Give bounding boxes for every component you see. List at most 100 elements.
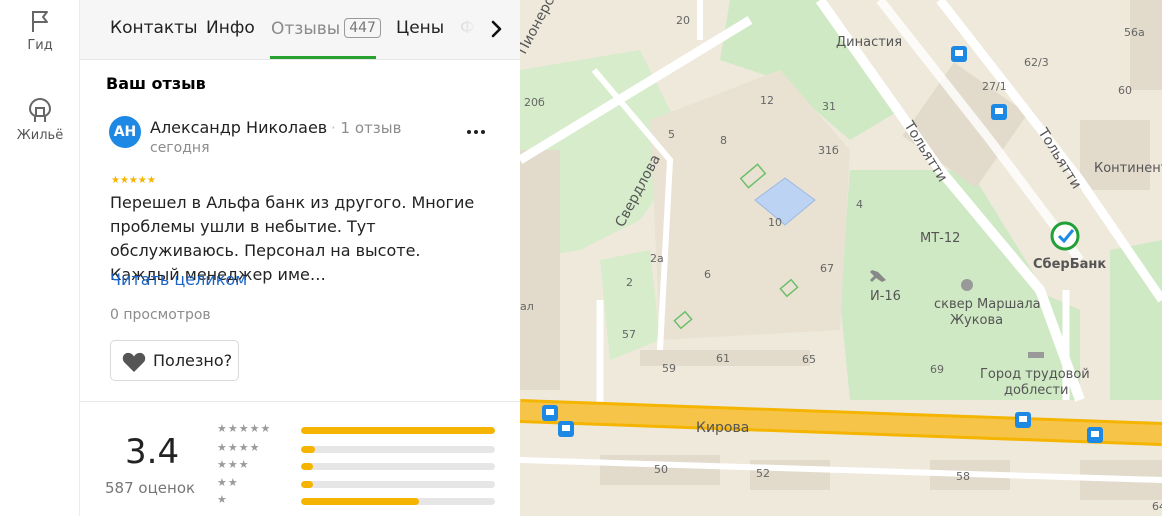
place-label: СберБанк [1033, 257, 1106, 272]
more-options-button[interactable] [464, 122, 488, 142]
tab-info[interactable]: Инфо [206, 18, 255, 38]
map[interactable]: Пионерский Свердлова Тольятти Тольятти К… [520, 0, 1162, 516]
average-rating: 3.4 [125, 432, 180, 472]
place-label: доблести [1004, 383, 1068, 398]
house-number-label: 27/1 [982, 80, 1007, 93]
section-title: Ваш отзыв [106, 74, 206, 93]
tab-contacts[interactable]: Контакты [110, 18, 198, 38]
place-label: И-16 [870, 289, 901, 304]
distribution-bar-fill [301, 481, 313, 488]
more-dots-icon [467, 130, 485, 134]
distribution-bar [301, 446, 495, 453]
house-number-label: ал [520, 300, 534, 313]
tabs-next-button[interactable] [482, 14, 512, 44]
sberbank-logo-icon [1050, 221, 1080, 251]
place-label: Город трудовой [980, 367, 1090, 382]
bus-stop-icon [558, 421, 574, 437]
house-number-label: 56a [1124, 26, 1145, 39]
building [1080, 120, 1150, 190]
bus-stop-icon [991, 104, 1007, 120]
house-number-label: 2 [626, 276, 633, 289]
place-label: Династия [836, 35, 902, 50]
rail-item-guide[interactable]: Гид [0, 8, 80, 53]
bus-stop-icon [542, 405, 558, 421]
read-more-link[interactable]: Читать целиком [110, 270, 247, 289]
landmark-icon [961, 279, 973, 291]
bus-stop-icon [1015, 412, 1031, 428]
house-number-label: 62/3 [1024, 56, 1049, 69]
house-number-label: 31 [822, 100, 836, 113]
heart-icon [122, 352, 146, 372]
house-number-label: 12 [760, 94, 774, 107]
house-number-label: 69 [930, 363, 944, 376]
distribution-stars: ★★★★★ [217, 422, 272, 435]
distribution-bar [301, 481, 495, 488]
distribution-bar [301, 427, 495, 434]
house-number-label: 8 [720, 134, 727, 147]
house-number-label: 6 [704, 268, 711, 281]
chevron-right-icon [491, 20, 502, 38]
place-label: МТ-12 [920, 231, 960, 246]
house-number-label: 65 [802, 353, 816, 366]
divider [80, 401, 520, 402]
useful-label: Полезно? [153, 351, 233, 370]
useful-button[interactable]: Полезно? [110, 340, 239, 381]
place-label: сквер Маршала [934, 297, 1041, 312]
distribution-stars: ★★★ [217, 458, 250, 471]
rail-item-guide-label: Гид [27, 38, 53, 53]
bus-stop-icon [951, 46, 967, 62]
house-number-label: 10 [768, 216, 782, 229]
distribution-bar-fill [301, 463, 313, 470]
distribution-stars: ★★★★ [217, 441, 261, 454]
rail-item-housing[interactable]: Жильё [0, 96, 80, 143]
reviews-panel: Контакты Инфо Отзывы447 Цены Ф Ваш отзыв… [80, 0, 520, 516]
house-number-label: 59 [662, 362, 676, 375]
tab-reviews-count: 447 [344, 18, 381, 38]
building [1130, 0, 1162, 90]
house-number-label: 20 [676, 14, 690, 27]
distribution-bar [301, 463, 495, 470]
house-number-label: 50 [654, 463, 668, 476]
place-label: Жукова [950, 313, 1003, 328]
house-number-label: 64 [1152, 500, 1162, 513]
left-rail: Гид Жильё [0, 0, 80, 516]
tab-reviews-label: Отзывы [271, 19, 341, 39]
house-number-label: 31б [818, 144, 839, 157]
building [520, 150, 560, 390]
review-date: сегодня [150, 140, 210, 156]
house-number-label: 20б [524, 96, 545, 109]
house-number-label: 67 [820, 262, 834, 275]
views-count: 0 просмотров [110, 307, 211, 323]
house-number-label: 58 [956, 470, 970, 483]
distribution-bar [301, 498, 495, 505]
distribution-bar-fill [301, 427, 495, 434]
author-reviews-count: · 1 отзыв [331, 119, 402, 137]
place-label: Континент [1094, 161, 1162, 176]
avatar[interactable]: АН [109, 116, 141, 148]
rail-item-housing-label: Жильё [16, 128, 64, 143]
street-label: Кирова [696, 420, 749, 436]
tab-bar: Контакты Инфо Отзывы447 Цены Ф [80, 0, 520, 60]
tab-prices[interactable]: Цены [396, 18, 444, 38]
house-number-label: 57 [622, 328, 636, 341]
map-canvas[interactable]: Пионерский Свердлова Тольятти Тольятти К… [520, 0, 1162, 516]
park-area [600, 250, 660, 360]
house-number-label: 60 [1118, 84, 1132, 97]
tab-reviews[interactable]: Отзывы 447 [271, 18, 381, 39]
flag-icon [32, 11, 48, 32]
bus-stop-icon [1087, 427, 1103, 443]
author-name[interactable]: Александр Николаев [150, 118, 327, 137]
author-reviews-text: 1 отзыв [340, 119, 402, 137]
distribution-bar-fill [301, 446, 315, 453]
house-number-label: 2a [650, 252, 664, 265]
review-rating-stars: ★★★★★ [111, 175, 156, 186]
distribution-bar-fill [301, 498, 420, 505]
distribution-stars: ★ [217, 493, 228, 506]
house-number-label: 52 [756, 467, 770, 480]
house-icon [28, 98, 52, 122]
monument-icon [1028, 352, 1044, 358]
house-number-label: 4 [856, 198, 863, 211]
house-number-label: 61 [716, 352, 730, 365]
active-tab-underline [270, 56, 376, 59]
distribution-stars: ★★ [217, 476, 239, 489]
